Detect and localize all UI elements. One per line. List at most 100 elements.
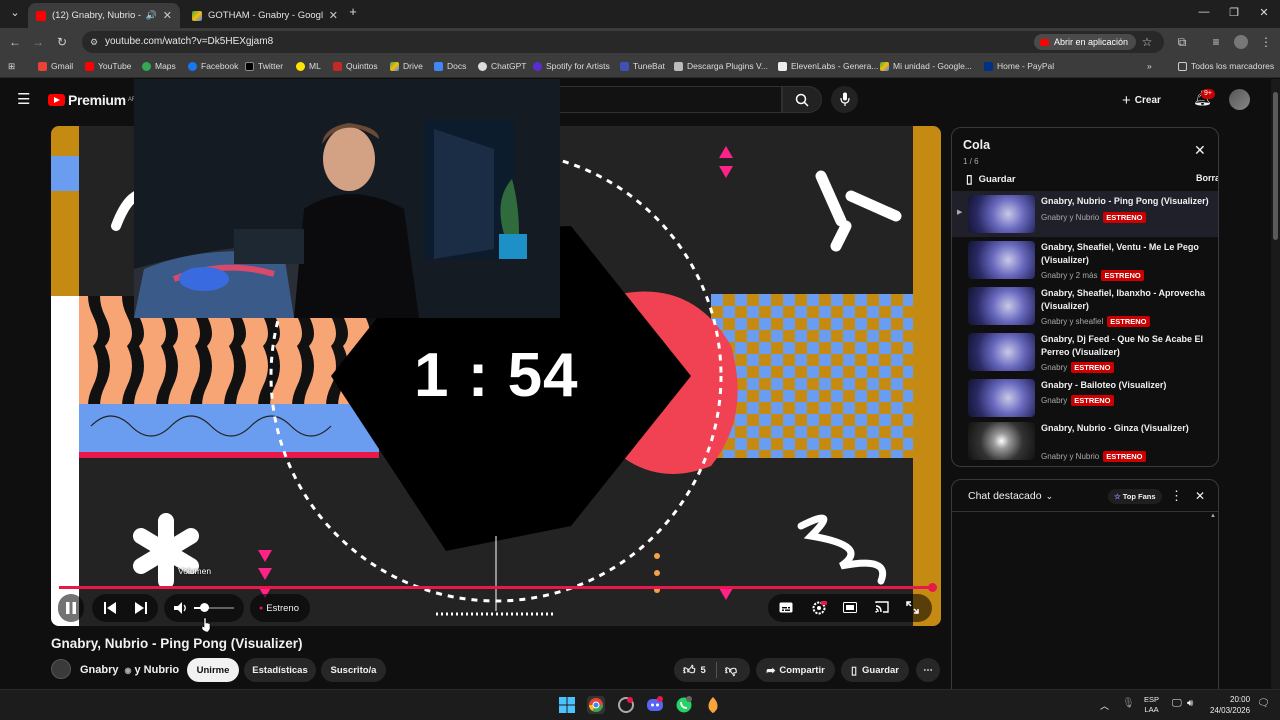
mic-tray-icon[interactable]: 🎙︎ [1122, 698, 1135, 709]
queue-thumbnail[interactable] [968, 287, 1035, 325]
bookmarks-overflow-icon[interactable]: » [1147, 61, 1152, 71]
thumbs-down-icon[interactable]: 👎︎ [725, 663, 737, 678]
fullscreen-icon[interactable] [906, 601, 919, 614]
bookmark-tunebat[interactable]: TuneBat [620, 61, 665, 71]
chat-scroll-up-icon[interactable]: ▲ [1210, 513, 1216, 519]
apps-icon[interactable]: ⊞ [8, 61, 15, 72]
bookmark-chatgpt[interactable]: ChatGPT [478, 61, 526, 71]
bookmark-gmail[interactable]: Gmail [38, 61, 73, 71]
site-info-icon[interactable]: ⚙ [87, 35, 101, 49]
queue-item[interactable]: ▶ Gnabry, Nubrio - Ping Pong (Visualizer… [952, 191, 1218, 237]
queue-thumbnail[interactable] [968, 422, 1035, 460]
whatsapp-taskbar-icon[interactable] [675, 696, 693, 714]
new-tab-button[interactable]: + [346, 4, 360, 19]
bookmark-docs[interactable]: Docs [434, 61, 466, 71]
bookmark-star-icon[interactable]: ☆ [1140, 35, 1154, 49]
thumbs-up-icon[interactable]: 👍︎ [683, 663, 696, 678]
profile-avatar-icon[interactable] [1234, 35, 1248, 49]
bookmark-facebook[interactable]: Facebook [188, 61, 238, 71]
like-count[interactable]: 5 [701, 665, 706, 676]
chrome-taskbar-icon[interactable] [587, 696, 605, 714]
progress-knob[interactable] [928, 583, 937, 592]
voice-search-button[interactable] [831, 86, 858, 113]
media-control-icon[interactable]: ≡ [1209, 35, 1223, 49]
queue-item-title[interactable]: Gnabry, Sheafiel, Ventu - Me Le Pego (Vi… [1041, 241, 1211, 267]
queue-save-button[interactable]: ▯ Guardar [966, 172, 1016, 186]
url-text[interactable]: youtube.com/watch?v=Dk5HEXgjam8 [105, 36, 273, 47]
search-button[interactable] [782, 86, 822, 113]
progress-bar[interactable] [59, 586, 933, 589]
extensions-icon[interactable]: ⧉ [1175, 35, 1189, 49]
queue-item[interactable]: Gnabry - Bailoteo (Visualizer) Gnabry EST… [952, 375, 1218, 421]
tab-google-drive[interactable]: GOTHAM - Gnabry - Google Drive ✕ [184, 3, 346, 28]
queue-thumbnail[interactable] [968, 241, 1035, 279]
cast-icon[interactable] [875, 601, 889, 613]
subtitles-icon[interactable] [779, 602, 793, 613]
queue-thumbnail[interactable] [968, 379, 1035, 417]
network-icon[interactable]: 🖵︎ [1172, 698, 1182, 709]
channel-extra-name[interactable]: y Nubrio [135, 664, 180, 676]
close-tab-icon[interactable]: ✕ [329, 9, 338, 22]
pause-button[interactable] [58, 594, 84, 622]
queue-clear-button[interactable]: Borrar [1196, 173, 1218, 183]
next-icon[interactable] [135, 602, 147, 614]
tray-overflow-icon[interactable]: ︿ [1100, 699, 1109, 712]
bookmark-plugins[interactable]: Descarga Plugins V... [674, 61, 768, 71]
minimize-icon[interactable]: — [1197, 6, 1211, 18]
bookmark-drive[interactable]: Drive [390, 61, 423, 71]
queue-item[interactable]: Gnabry, Nubrio - Ginza (Visualizer) Gnab… [952, 418, 1218, 464]
close-window-icon[interactable]: ✕ [1257, 6, 1271, 19]
previous-icon[interactable] [104, 602, 116, 614]
queue-close-icon[interactable]: ✕ [1194, 142, 1206, 159]
discord-taskbar-icon[interactable] [646, 696, 664, 714]
language-indicator[interactable]: ESP LAA [1144, 695, 1159, 715]
queue-item-title[interactable]: Gnabry, Nubrio - Ping Pong (Visualizer) [1041, 195, 1211, 208]
system-clock[interactable]: 20:00 24/03/2026 [1210, 694, 1250, 716]
chat-close-icon[interactable]: ✕ [1195, 489, 1205, 503]
restore-icon[interactable]: ❐ [1227, 6, 1241, 19]
subscribed-button[interactable]: Suscrito/a [321, 658, 386, 682]
forward-icon[interactable]: → [31, 35, 45, 49]
speaker-icon[interactable]: 🔊 [146, 10, 157, 21]
miniplayer-icon[interactable] [843, 602, 857, 613]
create-button[interactable]: + Crear [1122, 92, 1161, 109]
save-button[interactable]: ▯ Guardar [841, 658, 909, 682]
menu-icon[interactable]: ⋮ [1259, 35, 1273, 49]
notification-center-icon[interactable]: 🗨︎ [1257, 698, 1270, 709]
sound-tray-icon[interactable]: 🔊︎ [1187, 698, 1193, 709]
bookmark-ml[interactable]: ML [296, 61, 321, 71]
bookmark-mi-unidad[interactable]: Mi unidad - Google... [880, 61, 972, 71]
search-input[interactable] [560, 86, 782, 113]
bookmark-maps[interactable]: Maps [142, 61, 176, 71]
reload-icon[interactable]: ↻ [55, 35, 69, 49]
queue-item[interactable]: Gnabry, Sheafiel, Ventu - Me Le Pego (Vi… [952, 237, 1218, 283]
address-bar[interactable]: ⚙ youtube.com/watch?v=Dk5HEXgjam8 Abrir … [82, 31, 1164, 53]
back-icon[interactable]: ← [8, 35, 22, 49]
queue-item-title[interactable]: Gnabry, Nubrio - Ginza (Visualizer) [1041, 422, 1211, 435]
volume-icon[interactable] [174, 602, 187, 614]
queue-item[interactable]: Gnabry, Sheafiel, Ibanxho - Aprovecha (V… [952, 283, 1218, 329]
page-scroll-thumb[interactable] [1273, 92, 1278, 240]
bookmark-quinttos[interactable]: Quinttos [333, 61, 378, 71]
all-bookmarks-button[interactable]: Todos los marcadores [1178, 61, 1274, 71]
channel-avatar[interactable] [51, 659, 71, 679]
share-button[interactable]: ➦ Compartir [756, 658, 835, 682]
bookmark-youtube[interactable]: YouTube [85, 61, 131, 71]
fl-studio-taskbar-icon[interactable] [704, 696, 722, 714]
user-avatar[interactable] [1229, 89, 1250, 110]
settings-gear-icon[interactable] [811, 600, 827, 616]
youtube-logo[interactable]: Premium AR [48, 92, 136, 108]
channel-main-name[interactable]: Gnabry [80, 664, 119, 676]
app-taskbar-icon[interactable] [617, 696, 635, 714]
tab-search-icon[interactable]: ⌄ [8, 6, 22, 19]
hamburger-menu-icon[interactable]: ☰ [17, 90, 30, 108]
join-button[interactable]: Unirme [187, 658, 239, 682]
close-tab-icon[interactable]: ✕ [163, 9, 172, 22]
queue-item[interactable]: Gnabry, Dj Feed - Que No Se Acabe El Per… [952, 329, 1218, 375]
queue-thumbnail[interactable] [968, 195, 1035, 233]
queue-item-title[interactable]: Gnabry - Bailoteo (Visualizer) [1041, 379, 1211, 392]
start-menu-icon[interactable] [558, 696, 576, 714]
tab-youtube[interactable]: (12) Gnabry, Nubrio - Ping Pong (Visuali… [28, 3, 180, 28]
queue-thumbnail[interactable] [968, 333, 1035, 371]
queue-item-title[interactable]: Gnabry, Dj Feed - Que No Se Acabe El Per… [1041, 333, 1211, 359]
